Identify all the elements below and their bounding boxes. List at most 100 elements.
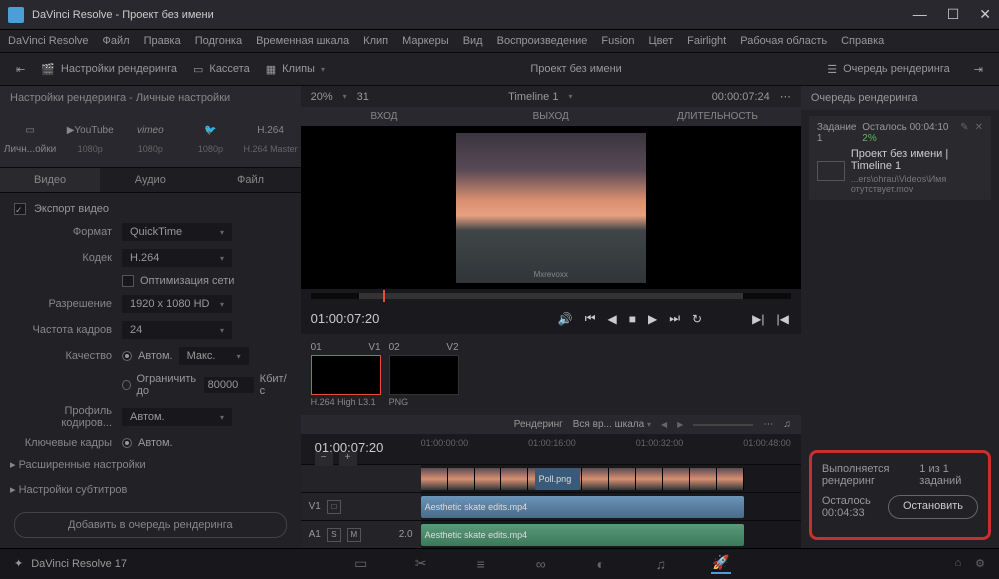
- menu-item[interactable]: Файл: [103, 35, 130, 47]
- edit-icon[interactable]: ✎: [960, 122, 968, 144]
- timeline-ruler[interactable]: 01:00:00:00 01:00:16:00 01:00:32:00 01:0…: [301, 434, 801, 448]
- page-color-icon[interactable]: ◐: [591, 554, 611, 574]
- zoom-slider[interactable]: [693, 424, 753, 426]
- viewer[interactable]: Mxrevoxx: [301, 126, 801, 289]
- menu-item[interactable]: Fairlight: [687, 35, 726, 47]
- remove-icon[interactable]: ✕: [975, 122, 983, 144]
- maximize-icon[interactable]: ☐: [947, 6, 960, 23]
- tab-file[interactable]: Файл: [200, 168, 300, 192]
- play-icon[interactable]: ▶: [646, 310, 659, 328]
- thumb-2[interactable]: 02V2 PNG: [389, 342, 459, 407]
- go-end-icon[interactable]: ▶|: [750, 310, 766, 328]
- timeline-options-icon[interactable]: ⋯: [763, 419, 773, 430]
- preset-twitter[interactable]: 🐦 1080p: [180, 120, 240, 157]
- tab-video[interactable]: Видео: [0, 168, 100, 192]
- network-opt-checkbox[interactable]: [122, 275, 134, 287]
- bitrate-input[interactable]: [204, 377, 254, 393]
- menu-item[interactable]: Правка: [144, 35, 181, 47]
- window-title: DaVinci Resolve - Проект без имени: [32, 9, 214, 21]
- menu-item[interactable]: Маркеры: [402, 35, 449, 47]
- expand-icon[interactable]: ⇤: [8, 59, 33, 80]
- menu-item[interactable]: Рабочая область: [740, 35, 827, 47]
- home-icon[interactable]: ⌂: [954, 557, 961, 570]
- tape-button[interactable]: ▭ Кассета: [185, 59, 258, 80]
- clips-button[interactable]: ▦ Клипы ▾: [258, 59, 333, 80]
- preset-vimeo[interactable]: vimeo 1080p: [120, 120, 180, 157]
- close-icon[interactable]: ✕: [979, 6, 991, 23]
- tab-audio[interactable]: Аудио: [100, 168, 200, 192]
- export-video-label: Экспорт видео: [34, 203, 109, 215]
- page-media-icon[interactable]: ▭: [351, 554, 371, 574]
- export-video-checkbox[interactable]: [14, 203, 26, 215]
- titlebar: DaVinci Resolve - Проект без имени — ☐ ✕: [0, 0, 999, 30]
- keyframes-auto-radio[interactable]: [122, 438, 132, 448]
- page-deliver-icon[interactable]: 🚀: [711, 554, 731, 574]
- framerate-dropdown[interactable]: 24▾: [122, 321, 232, 339]
- clip-video-main[interactable]: Aesthetic skate edits.mp4: [421, 496, 744, 518]
- chevron-left-icon[interactable]: ◀: [661, 420, 667, 429]
- stop-icon[interactable]: ■: [627, 310, 638, 328]
- minimize-icon[interactable]: —: [913, 6, 927, 23]
- format-dropdown[interactable]: QuickTime▾: [122, 223, 232, 241]
- page-fusion-icon[interactable]: ∞: [531, 554, 551, 574]
- track-enable-icon[interactable]: □: [327, 500, 341, 514]
- chevron-right-icon[interactable]: ▶: [677, 420, 683, 429]
- playhead[interactable]: [383, 290, 385, 302]
- preset-custom[interactable]: ▭ Личн...ойки: [0, 120, 60, 157]
- preset-h264[interactable]: H.264 H.264 Master: [241, 120, 301, 157]
- loop-icon[interactable]: ↻: [690, 310, 704, 328]
- render-job[interactable]: Задание 1 Осталось 00:04:10 2% ✎✕ Проект…: [809, 116, 991, 200]
- go-start-icon[interactable]: |◀: [774, 310, 790, 328]
- page-fairlight-icon[interactable]: ♫: [651, 554, 671, 574]
- add-to-queue-button[interactable]: Добавить в очередь рендеринга: [14, 512, 287, 538]
- page-edit-icon[interactable]: ≡: [471, 554, 491, 574]
- menu-item[interactable]: Вид: [463, 35, 483, 47]
- menu-item[interactable]: Fusion: [601, 35, 634, 47]
- thumb-1[interactable]: 01V1 H.264 High L3.1: [311, 342, 381, 407]
- render-queue-panel: Очередь рендеринга Задание 1 Осталось 00…: [801, 86, 999, 548]
- volume-icon[interactable]: 🔊: [556, 310, 575, 328]
- duration-label: ДЛИТЕЛЬНОСТЬ: [644, 111, 791, 122]
- settings-icon[interactable]: ⚙: [975, 557, 985, 570]
- scrubber[interactable]: [311, 293, 791, 299]
- quality-auto-radio[interactable]: [122, 351, 132, 361]
- quality-limit-radio[interactable]: [122, 380, 131, 390]
- expand-right-icon[interactable]: ⇥: [966, 59, 991, 80]
- subtitle-settings-expand[interactable]: ▸ Настройки субтитров: [0, 477, 301, 502]
- clip-poll[interactable]: Poll.png: [535, 468, 581, 490]
- solo-button[interactable]: S: [327, 528, 341, 542]
- prev-clip-icon[interactable]: ⏮: [583, 309, 598, 328]
- menu-item[interactable]: Временная шкала: [256, 35, 349, 47]
- youtube-icon: ▶YouTube: [60, 120, 120, 140]
- menu-item[interactable]: Цвет: [648, 35, 673, 47]
- clip-thumbnails: 01V1 H.264 High L3.1 02V2 PNG: [301, 334, 801, 415]
- step-back-icon[interactable]: ◀: [606, 310, 619, 328]
- next-clip-icon[interactable]: ⏭: [667, 309, 682, 328]
- advanced-settings-expand[interactable]: ▸ Расширенные настройки: [0, 452, 301, 477]
- menu-item[interactable]: Справка: [841, 35, 884, 47]
- quality-max-dropdown[interactable]: Макс.▾: [179, 347, 249, 365]
- render-queue-button[interactable]: ☰ Очередь рендеринга: [819, 59, 958, 80]
- render-settings-button[interactable]: 🎬 Настройки рендеринга: [33, 59, 185, 80]
- preset-youtube[interactable]: ▶YouTube 1080p: [60, 120, 120, 157]
- menu-item[interactable]: DaVinci Resolve: [8, 35, 89, 47]
- job-name: Задание 1: [817, 122, 862, 144]
- mute-button[interactable]: M: [347, 528, 361, 542]
- timeline-name[interactable]: Timeline 1: [508, 91, 558, 103]
- page-cut-icon[interactable]: ✂: [411, 554, 431, 574]
- job-percent: 2%: [862, 133, 876, 144]
- viewer-image: Mxrevoxx: [456, 133, 646, 283]
- stop-render-button[interactable]: Остановить: [888, 495, 978, 519]
- menu-item[interactable]: Клип: [363, 35, 388, 47]
- menu-item[interactable]: Подгонка: [195, 35, 242, 47]
- options-icon[interactable]: ⋯: [780, 90, 791, 103]
- codec-dropdown[interactable]: H.264▾: [122, 249, 232, 267]
- clip-audio-main[interactable]: Aesthetic skate edits.mp4: [421, 524, 744, 546]
- resolution-dropdown[interactable]: 1920 x 1080 HD▾: [122, 295, 232, 313]
- music-icon[interactable]: ♫: [783, 419, 791, 430]
- profile-dropdown[interactable]: Автом.▾: [122, 408, 232, 426]
- twitter-icon: 🐦: [180, 120, 240, 140]
- render-scale-dropdown[interactable]: Вся вр... шкала ▾: [573, 419, 651, 430]
- zoom-level[interactable]: 20%: [311, 91, 333, 103]
- menu-item[interactable]: Воспроизведение: [497, 35, 588, 47]
